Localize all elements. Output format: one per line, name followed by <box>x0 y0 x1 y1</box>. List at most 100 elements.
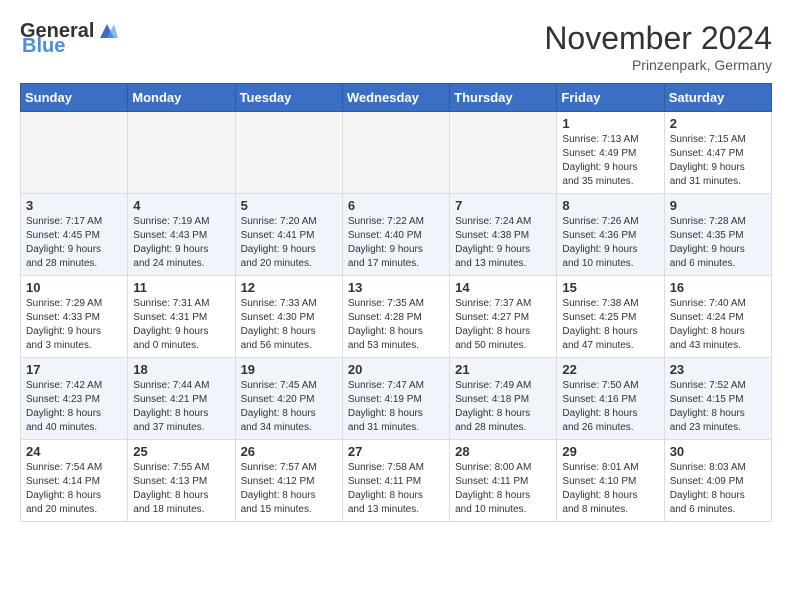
table-row: 20Sunrise: 7:47 AM Sunset: 4:19 PM Dayli… <box>342 358 449 440</box>
day-info: Sunrise: 7:33 AM Sunset: 4:30 PM Dayligh… <box>241 297 337 353</box>
day-info: Sunrise: 8:00 AM Sunset: 4:11 PM Dayligh… <box>455 461 551 517</box>
day-number: 10 <box>26 280 122 295</box>
day-number: 1 <box>562 116 658 131</box>
day-info: Sunrise: 7:38 AM Sunset: 4:25 PM Dayligh… <box>562 297 658 353</box>
day-number: 5 <box>241 198 337 213</box>
col-saturday: Saturday <box>664 84 771 112</box>
title-area: November 2024 Prinzenpark, Germany <box>544 20 772 73</box>
table-row: 8 Sunrise: 7:26 AM Sunset: 4:36 PM Daylig… <box>557 194 664 276</box>
day-info: Sunrise: 7:26 AM Sunset: 4:36 PM Dayligh… <box>562 215 658 271</box>
col-wednesday: Wednesday <box>342 84 449 112</box>
table-row <box>450 112 557 194</box>
day-number: 30 <box>670 444 766 459</box>
table-row <box>21 112 128 194</box>
day-number: 21 <box>455 362 551 377</box>
day-info: Sunrise: 7:54 AM Sunset: 4:14 PM Dayligh… <box>26 461 122 517</box>
table-row: 19 Sunrise: 7:45 AM Sunset: 4:20 PM Dayli… <box>235 358 342 440</box>
day-info: Sunrise: 7:40 AM Sunset: 4:24 PM Dayligh… <box>670 297 766 353</box>
logo-icon <box>96 20 118 42</box>
table-row: 28 Sunrise: 8:00 AM Sunset: 4:11 PM Dayli… <box>450 440 557 522</box>
day-number: 3 <box>26 198 122 213</box>
day-number: 23 <box>670 362 766 377</box>
day-info: Sunrise: 7:42 AM Sunset: 4:23 PM Dayligh… <box>26 379 122 435</box>
table-row <box>235 112 342 194</box>
day-info: Sunrise: 7:57 AM Sunset: 4:12 PM Dayligh… <box>241 461 337 517</box>
day-number: 16 <box>670 280 766 295</box>
table-row: 10 Sunrise: 7:29 AM Sunset: 4:33 PM Dayli… <box>21 276 128 358</box>
table-row: 18Sunrise: 7:44 AM Sunset: 4:21 PM Dayli… <box>128 358 235 440</box>
table-row: 30 Sunrise: 8:03 AM Sunset: 4:09 PM Dayli… <box>664 440 771 522</box>
day-info: Sunrise: 8:03 AM Sunset: 4:09 PM Dayligh… <box>670 461 766 517</box>
day-number: 2 <box>670 116 766 131</box>
day-info: Sunrise: 7:50 AM Sunset: 4:16 PM Dayligh… <box>562 379 658 435</box>
day-number: 15 <box>562 280 658 295</box>
day-number: 28 <box>455 444 551 459</box>
day-info: Sunrise: 7:17 AM Sunset: 4:45 PM Dayligh… <box>26 215 122 271</box>
table-row: 2 Sunrise: 7:15 AM Sunset: 4:47 PM Daylig… <box>664 112 771 194</box>
table-row: 27 Sunrise: 7:58 AM Sunset: 4:11 PM Dayli… <box>342 440 449 522</box>
table-row: 29Sunrise: 8:01 AM Sunset: 4:10 PM Dayli… <box>557 440 664 522</box>
day-info: Sunrise: 7:22 AM Sunset: 4:40 PM Dayligh… <box>348 215 444 271</box>
day-info: Sunrise: 7:15 AM Sunset: 4:47 PM Dayligh… <box>670 133 766 189</box>
day-number: 6 <box>348 198 444 213</box>
day-info: Sunrise: 7:31 AM Sunset: 4:31 PM Dayligh… <box>133 297 229 353</box>
day-info: Sunrise: 7:45 AM Sunset: 4:20 PM Dayligh… <box>241 379 337 435</box>
table-row: 17Sunrise: 7:42 AM Sunset: 4:23 PM Dayli… <box>21 358 128 440</box>
col-sunday: Sunday <box>21 84 128 112</box>
table-row: 21 Sunrise: 7:49 AM Sunset: 4:18 PM Dayli… <box>450 358 557 440</box>
day-info: Sunrise: 7:24 AM Sunset: 4:38 PM Dayligh… <box>455 215 551 271</box>
page-header: General Blue November 2024 Prinzenpark, … <box>20 20 772 73</box>
table-row: 5 Sunrise: 7:20 AM Sunset: 4:41 PM Daylig… <box>235 194 342 276</box>
table-row: 1Sunrise: 7:13 AM Sunset: 4:49 PM Daylig… <box>557 112 664 194</box>
day-info: Sunrise: 7:52 AM Sunset: 4:15 PM Dayligh… <box>670 379 766 435</box>
logo-blue: Blue <box>22 36 65 56</box>
day-number: 26 <box>241 444 337 459</box>
table-row: 9 Sunrise: 7:28 AM Sunset: 4:35 PM Daylig… <box>664 194 771 276</box>
table-row: 12 Sunrise: 7:33 AM Sunset: 4:30 PM Dayli… <box>235 276 342 358</box>
table-row: 4 Sunrise: 7:19 AM Sunset: 4:43 PM Daylig… <box>128 194 235 276</box>
day-info: Sunrise: 7:58 AM Sunset: 4:11 PM Dayligh… <box>348 461 444 517</box>
header-row: Sunday Monday Tuesday Wednesday Thursday… <box>21 84 772 112</box>
table-row: 23 Sunrise: 7:52 AM Sunset: 4:15 PM Dayli… <box>664 358 771 440</box>
day-number: 9 <box>670 198 766 213</box>
day-info: Sunrise: 7:49 AM Sunset: 4:18 PM Dayligh… <box>455 379 551 435</box>
day-number: 11 <box>133 280 229 295</box>
table-row <box>342 112 449 194</box>
day-info: Sunrise: 7:44 AM Sunset: 4:21 PM Dayligh… <box>133 379 229 435</box>
table-row: 26 Sunrise: 7:57 AM Sunset: 4:12 PM Dayli… <box>235 440 342 522</box>
month-title: November 2024 <box>544 20 772 57</box>
table-row: 24 Sunrise: 7:54 AM Sunset: 4:14 PM Dayli… <box>21 440 128 522</box>
day-number: 4 <box>133 198 229 213</box>
table-row: 16 Sunrise: 7:40 AM Sunset: 4:24 PM Dayli… <box>664 276 771 358</box>
day-number: 12 <box>241 280 337 295</box>
table-row: 6 Sunrise: 7:22 AM Sunset: 4:40 PM Daylig… <box>342 194 449 276</box>
table-row: 11 Sunrise: 7:31 AM Sunset: 4:31 PM Dayli… <box>128 276 235 358</box>
day-info: Sunrise: 7:28 AM Sunset: 4:35 PM Dayligh… <box>670 215 766 271</box>
day-number: 13 <box>348 280 444 295</box>
col-tuesday: Tuesday <box>235 84 342 112</box>
day-info: Sunrise: 7:47 AM Sunset: 4:19 PM Dayligh… <box>348 379 444 435</box>
table-row: 22Sunrise: 7:50 AM Sunset: 4:16 PM Dayli… <box>557 358 664 440</box>
location: Prinzenpark, Germany <box>544 57 772 73</box>
day-number: 29 <box>562 444 658 459</box>
day-number: 8 <box>562 198 658 213</box>
table-row: 3 Sunrise: 7:17 AM Sunset: 4:45 PM Daylig… <box>21 194 128 276</box>
day-info: Sunrise: 7:37 AM Sunset: 4:27 PM Dayligh… <box>455 297 551 353</box>
col-friday: Friday <box>557 84 664 112</box>
day-info: Sunrise: 7:20 AM Sunset: 4:41 PM Dayligh… <box>241 215 337 271</box>
day-info: Sunrise: 7:55 AM Sunset: 4:13 PM Dayligh… <box>133 461 229 517</box>
day-info: Sunrise: 7:29 AM Sunset: 4:33 PM Dayligh… <box>26 297 122 353</box>
day-number: 19 <box>241 362 337 377</box>
col-monday: Monday <box>128 84 235 112</box>
day-info: Sunrise: 7:19 AM Sunset: 4:43 PM Dayligh… <box>133 215 229 271</box>
table-row: 15 Sunrise: 7:38 AM Sunset: 4:25 PM Dayli… <box>557 276 664 358</box>
table-row: 13Sunrise: 7:35 AM Sunset: 4:28 PM Dayli… <box>342 276 449 358</box>
day-number: 24 <box>26 444 122 459</box>
day-number: 27 <box>348 444 444 459</box>
calendar-table: Sunday Monday Tuesday Wednesday Thursday… <box>20 83 772 522</box>
day-number: 14 <box>455 280 551 295</box>
table-row: 25Sunrise: 7:55 AM Sunset: 4:13 PM Dayli… <box>128 440 235 522</box>
day-number: 7 <box>455 198 551 213</box>
table-row <box>128 112 235 194</box>
col-thursday: Thursday <box>450 84 557 112</box>
